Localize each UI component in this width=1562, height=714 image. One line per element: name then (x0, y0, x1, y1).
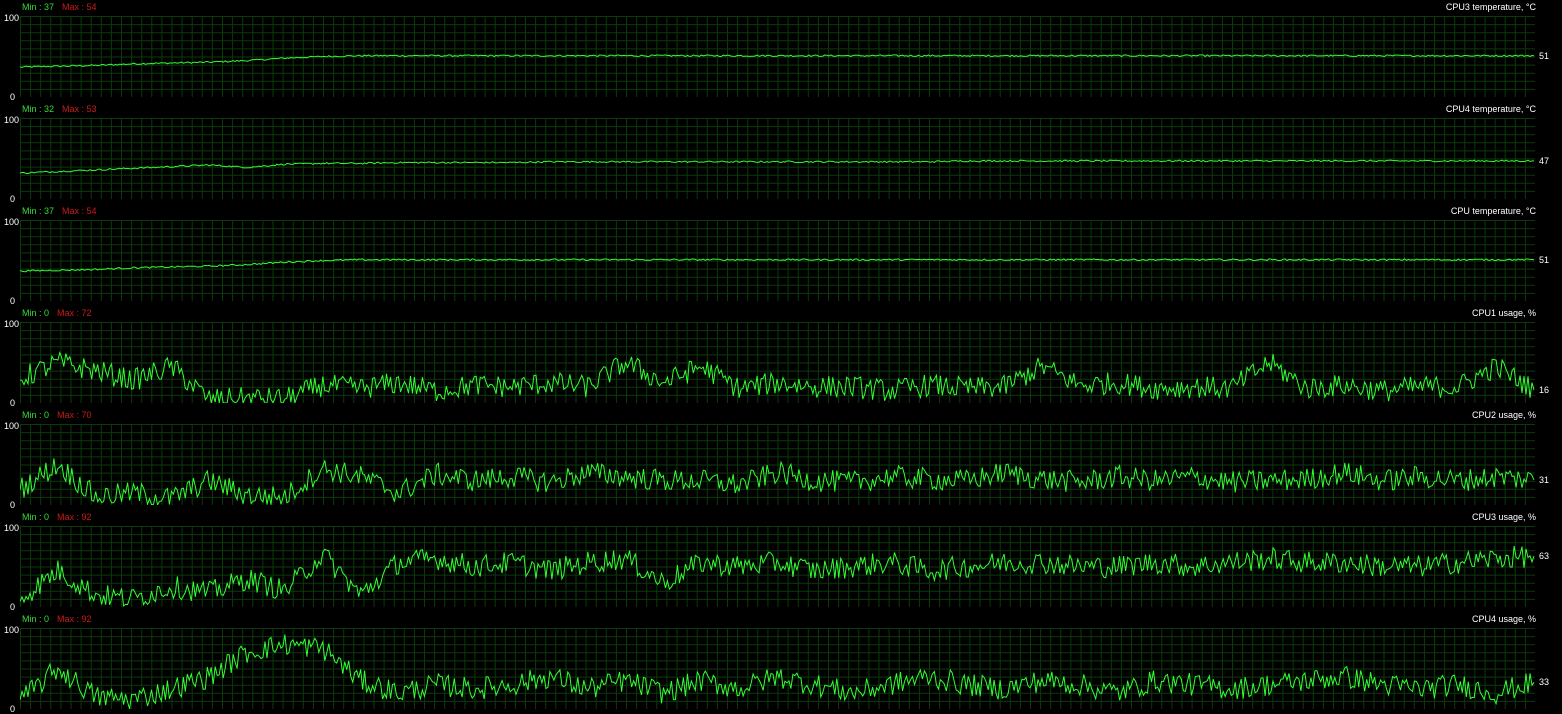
y-axis-min-label: 0 (10, 296, 16, 306)
y-axis-min-label: 0 (10, 704, 16, 714)
min-max-readout: Min : 37 Max : 54 (22, 206, 97, 216)
y-axis-max-label: 100 (4, 523, 20, 533)
data-series-line (20, 634, 1535, 709)
y-axis-min-label: 0 (10, 500, 16, 510)
y-axis-min-label: 0 (10, 602, 16, 612)
y-axis-min-label: 0 (10, 92, 16, 102)
graph-panel[interactable]: Min : 0 Max : 92 CPU4 usage, % 100 0 33 (0, 612, 1562, 714)
max-value: 54 (86, 206, 97, 216)
graph-header: Min : 0 Max : 70 CPU2 usage, % (0, 408, 1562, 422)
grid-lines (20, 118, 1535, 199)
min-value: 0 (44, 614, 50, 624)
graph-svg (20, 118, 1535, 199)
max-label: Max : (62, 206, 87, 216)
graph-plot-area (20, 424, 1535, 505)
y-axis-max-label: 100 (4, 217, 20, 227)
min-label: Min : (22, 206, 45, 216)
min-label: Min : (22, 2, 45, 12)
current-value: 51 (1539, 50, 1550, 61)
graph-panel[interactable]: Min : 37 Max : 54 CPU3 temperature, °C 100 0… (0, 0, 1562, 102)
max-label: Max : (62, 104, 87, 114)
y-axis-min-label: 0 (10, 398, 16, 408)
graph-panel[interactable]: Min : 0 Max : 92 CPU3 usage, % 100 0 63 (0, 510, 1562, 612)
graph-plot-area (20, 16, 1535, 97)
min-value: 32 (44, 104, 55, 114)
max-value: 70 (81, 410, 92, 420)
current-value: 33 (1539, 677, 1550, 688)
y-axis-max-label: 100 (4, 13, 20, 23)
min-value: 0 (44, 410, 50, 420)
graph-plot-area (20, 118, 1535, 199)
min-value: 37 (44, 2, 55, 12)
max-value: 54 (86, 2, 97, 12)
graph-svg (20, 628, 1535, 709)
min-max-readout: Min : 0 Max : 72 (22, 308, 92, 318)
max-value: 92 (81, 512, 92, 522)
graph-panel[interactable]: Min : 0 Max : 72 CPU1 usage, % 100 0 16 (0, 306, 1562, 408)
max-label: Max : (57, 308, 82, 318)
graph-svg (20, 322, 1535, 403)
graph-svg (20, 526, 1535, 607)
y-axis-max-label: 100 (4, 421, 20, 431)
grid-lines (20, 526, 1535, 607)
y-axis-max-label: 100 (4, 625, 20, 635)
min-label: Min : (22, 104, 45, 114)
graph-header: Min : 0 Max : 92 CPU4 usage, % (0, 612, 1562, 626)
min-value: 37 (44, 206, 55, 216)
graph-plot-area (20, 628, 1535, 709)
current-value: 16 (1539, 385, 1550, 396)
y-axis-min-label: 0 (10, 194, 16, 204)
graph-svg (20, 424, 1535, 505)
graph-plot-area (20, 526, 1535, 607)
graph-svg (20, 16, 1535, 97)
graph-title: CPU4 temperature, °C (1445, 104, 1536, 114)
graph-header: Min : 37 Max : 54 CPU3 temperature, °C (0, 0, 1562, 14)
min-value: 0 (44, 308, 50, 318)
max-label: Max : (57, 614, 82, 624)
min-max-readout: Min : 32 Max : 53 (22, 104, 97, 114)
max-label: Max : (57, 410, 82, 420)
max-value: 92 (81, 614, 92, 624)
y-axis-max-label: 100 (4, 319, 20, 329)
max-value: 72 (81, 308, 92, 318)
current-value: 47 (1539, 155, 1550, 166)
graph-plot-area (20, 322, 1535, 403)
min-max-readout: Min : 0 Max : 70 (22, 410, 92, 420)
graph-title: CPU3 temperature, °C (1445, 2, 1536, 12)
max-label: Max : (57, 512, 82, 522)
graph-panel[interactable]: Min : 32 Max : 53 CPU4 temperature, °C 100 0… (0, 102, 1562, 204)
graph-svg (20, 220, 1535, 301)
min-value: 0 (44, 512, 50, 522)
graph-title: CPU1 usage, % (1471, 308, 1536, 318)
graph-panel[interactable]: Min : 0 Max : 70 CPU2 usage, % 100 0 31 (0, 408, 1562, 510)
graph-header: Min : 0 Max : 72 CPU1 usage, % (0, 306, 1562, 320)
min-max-readout: Min : 37 Max : 54 (22, 2, 97, 12)
min-label: Min : (22, 614, 45, 624)
min-max-readout: Min : 0 Max : 92 (22, 512, 92, 522)
current-value: 63 (1539, 550, 1550, 561)
min-label: Min : (22, 308, 45, 318)
graph-title: CPU2 usage, % (1471, 410, 1536, 420)
current-value: 51 (1539, 254, 1550, 265)
graph-header: Min : 0 Max : 92 CPU3 usage, % (0, 510, 1562, 524)
grid-lines (20, 628, 1535, 709)
min-label: Min : (22, 512, 45, 522)
min-max-readout: Min : 0 Max : 92 (22, 614, 92, 624)
current-value: 31 (1539, 474, 1550, 485)
graph-title: CPU temperature, °C (1450, 206, 1536, 216)
graph-title: CPU4 usage, % (1471, 614, 1536, 624)
graph-title: CPU3 usage, % (1471, 512, 1536, 522)
max-label: Max : (62, 2, 87, 12)
y-axis-max-label: 100 (4, 115, 20, 125)
max-value: 53 (86, 104, 97, 114)
graph-plot-area (20, 220, 1535, 301)
data-series-line (20, 545, 1535, 607)
graph-panel[interactable]: Min : 37 Max : 54 CPU temperature, °C 100 0 5… (0, 204, 1562, 306)
graph-header: Min : 32 Max : 53 CPU4 temperature, °C (0, 102, 1562, 116)
min-label: Min : (22, 410, 45, 420)
graph-header: Min : 37 Max : 54 CPU temperature, °C (0, 204, 1562, 218)
